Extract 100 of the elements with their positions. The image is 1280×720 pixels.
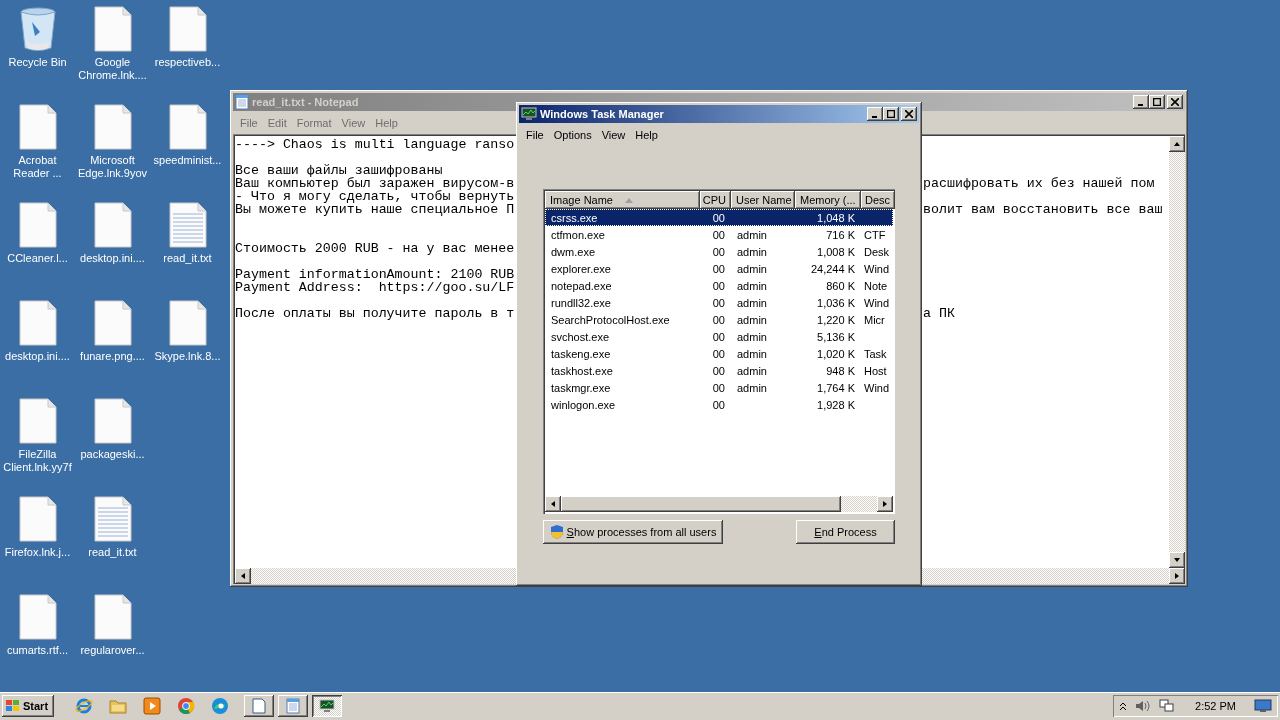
process-row[interactable]: rundll32.exe 00 admin 1,036 K Wind	[545, 294, 893, 311]
scroll-left-button[interactable]	[235, 568, 251, 584]
icon-label[interactable]: regularover...	[80, 644, 145, 657]
taskbar-window-button[interactable]	[278, 695, 308, 717]
speaker-icon[interactable]	[1135, 699, 1152, 713]
menu-item[interactable]: Options	[548, 128, 597, 141]
process-row[interactable]: csrss.exe 00 1,048 K	[545, 209, 893, 226]
icon-label[interactable]: Google Chrome.lnk....	[75, 56, 150, 82]
table-cell: Task	[864, 347, 887, 360]
monitor-icon[interactable]	[1254, 699, 1272, 713]
icon-label[interactable]: read_it.txt	[88, 546, 137, 559]
scroll-right-button[interactable]	[1169, 568, 1185, 584]
process-row[interactable]: taskeng.exe 00 admin 1,020 K Task	[545, 345, 893, 362]
icon-label[interactable]: respectiveb...	[154, 56, 221, 69]
process-row[interactable]: dwm.exe 00 admin 1,008 K Desk	[545, 243, 893, 260]
right-arrow-icon	[881, 500, 889, 508]
process-row[interactable]: notepad.exe 00 admin 860 K Note	[545, 277, 893, 294]
left-arrow-icon	[239, 572, 247, 580]
icon-label[interactable]: Recycle Bin	[8, 56, 67, 69]
text-file-icon	[167, 202, 208, 248]
title-bar[interactable]: Windows Task Manager	[519, 105, 919, 123]
table-cell: 860 K	[826, 279, 855, 292]
horizontal-scrollbar[interactable]	[545, 496, 893, 512]
table-cell: 00	[712, 313, 725, 326]
table-cell: admin	[737, 245, 767, 258]
file-icon	[92, 594, 133, 640]
icon-label[interactable]: Microsoft Edge.lnk.9yov	[75, 154, 150, 180]
column-header[interactable]: Memory (...	[795, 191, 861, 209]
icon-label[interactable]: desktop.ini....	[80, 252, 145, 265]
scroll-up-button[interactable]	[1169, 136, 1185, 152]
monitor-icon	[521, 107, 537, 121]
end-process-button[interactable]: End Process	[796, 520, 895, 544]
show-all-processes-button[interactable]: Show processes from all users	[543, 520, 723, 544]
column-header[interactable]: User Name	[731, 191, 795, 209]
close-button[interactable]	[901, 107, 917, 121]
process-row[interactable]: svchost.exe 00 admin 5,136 K	[545, 328, 893, 345]
icon-label[interactable]: cumarts.rtf...	[6, 644, 69, 657]
scrollbar-thumb[interactable]	[561, 496, 841, 512]
table-cell: 1,036 K	[817, 296, 855, 309]
table-cell: admin	[737, 279, 767, 292]
icon-label[interactable]: desktop.ini....	[5, 350, 70, 363]
process-row[interactable]: ctfmon.exe 00 admin 716 K CTF	[545, 226, 893, 243]
menu-item[interactable]: Help	[630, 128, 663, 141]
table-cell: 00	[712, 245, 725, 258]
scroll-down-button[interactable]	[1169, 552, 1185, 568]
minimize-button[interactable]	[867, 107, 883, 121]
file-icon	[17, 594, 58, 640]
minimize-button[interactable]	[1133, 95, 1149, 109]
chevron-up-icon[interactable]	[1119, 701, 1128, 711]
file-icon	[167, 104, 208, 150]
clock[interactable]: 2:52 PM	[1195, 700, 1236, 712]
icon-label[interactable]: Firefox.lnk.j...	[4, 546, 71, 559]
start-button[interactable]: Start	[2, 695, 54, 717]
menu-item[interactable]: Help	[370, 116, 403, 129]
table-cell: 00	[712, 330, 725, 343]
table-cell: dwm.exe	[551, 245, 596, 258]
table-cell: 00	[712, 279, 725, 292]
icon-label[interactable]: FileZilla Client.lnk.yy7f	[0, 448, 75, 474]
column-header[interactable]: Image Name	[545, 191, 700, 209]
close-icon	[1171, 98, 1179, 106]
menu-item[interactable]: View	[336, 116, 371, 129]
icon-label[interactable]: packageski...	[80, 448, 145, 461]
table-cell: 00	[712, 381, 725, 394]
vertical-scrollbar[interactable]	[1169, 136, 1185, 568]
maximize-button[interactable]	[883, 107, 899, 121]
icon-label[interactable]: funare.png....	[80, 350, 145, 363]
process-row[interactable]: taskmgr.exe 00 admin 1,764 K Wind	[545, 379, 893, 396]
file-icon	[167, 6, 208, 52]
process-row[interactable]: SearchProtocolHost.exe 00 admin 1,220 K Micr	[545, 311, 893, 328]
scroll-right-button[interactable]	[877, 496, 893, 512]
table-cell: Wind	[864, 381, 890, 394]
table-cell: 1,220 K	[817, 313, 855, 326]
menu-item[interactable]: View	[596, 128, 631, 141]
icon-label[interactable]: CCleaner.l...	[7, 252, 68, 265]
icon-label[interactable]: Skype.lnk.8...	[154, 350, 221, 363]
taskbar-window-button[interactable]	[244, 695, 274, 717]
menu-item[interactable]: Format	[291, 116, 337, 129]
file-icon	[92, 104, 133, 150]
text-line: Payment informationAmount: 2100 RUB	[235, 267, 515, 282]
network-icon[interactable]	[1159, 699, 1176, 713]
left-arrow-icon	[549, 500, 557, 508]
column-header[interactable]: Desc	[861, 191, 895, 209]
column-header[interactable]: CPU	[700, 191, 731, 209]
menu-item[interactable]: File	[521, 128, 549, 141]
process-row[interactable]: taskhost.exe 00 admin 948 K Host	[545, 362, 893, 379]
table-cell: admin	[737, 262, 767, 275]
maximize-button[interactable]	[1149, 95, 1165, 109]
file-icon	[17, 398, 58, 444]
scroll-left-button[interactable]	[545, 496, 561, 512]
close-button[interactable]	[1167, 95, 1183, 109]
quick-launch-button[interactable]	[140, 695, 164, 717]
icon-label[interactable]: read_it.txt	[163, 252, 212, 265]
icon-label[interactable]: speedminist...	[153, 154, 222, 167]
process-row[interactable]: explorer.exe 00 admin 24,244 K Wind	[545, 260, 893, 277]
table-cell: csrss.exe	[551, 211, 598, 224]
taskbar-window-button[interactable]	[312, 695, 342, 717]
menu-item[interactable]: Edit	[262, 116, 292, 129]
icon-label[interactable]: Acrobat Reader ...	[0, 154, 75, 180]
process-row[interactable]: winlogon.exe 00 1,928 K	[545, 396, 893, 413]
file-icon	[167, 300, 208, 346]
